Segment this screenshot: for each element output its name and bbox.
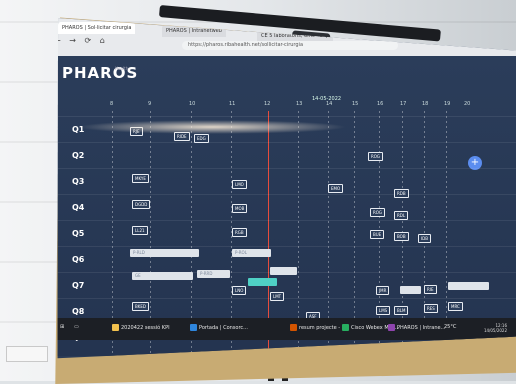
taskbar-item[interactable]: resum projecte - ...	[290, 324, 346, 331]
surgery-chip[interactable]: JMR	[376, 286, 390, 295]
room-row: Q5	[57, 220, 516, 245]
room-label: Q4	[72, 203, 85, 212]
surgery-chip[interactable]: BOB	[394, 232, 409, 241]
surgery-chip[interactable]: LNO	[232, 286, 247, 295]
browser-tab[interactable]: PHAROS | Sol·licitar cirurgia	[58, 22, 136, 34]
hour-label: 17	[400, 101, 407, 107]
app-icon	[388, 324, 395, 331]
hour-label: 18	[422, 101, 429, 107]
hour-label: 11	[229, 101, 236, 107]
room-label: Q8	[72, 307, 85, 316]
hour-label: 15	[352, 101, 359, 107]
room-label: Q2	[72, 151, 85, 160]
hour-label: 16	[377, 101, 384, 107]
surgery-bar[interactable]	[270, 267, 297, 275]
hour-label: 20	[464, 101, 471, 107]
pharos-logo-sub: Health	[115, 66, 129, 71]
surgery-chip[interactable]: MOB	[232, 204, 248, 213]
hour-label: 10	[189, 101, 196, 107]
room-label: Q3	[72, 177, 85, 186]
powerpoint-icon	[290, 324, 297, 331]
room-row: Q4	[57, 194, 516, 219]
room-label: Q6	[72, 255, 85, 264]
room-row: Q2	[57, 142, 516, 167]
surgery-chip[interactable]: RGB	[232, 228, 247, 237]
system-clock[interactable]: 12:16 14/05/2022	[484, 323, 507, 333]
surgery-chip[interactable]: LMT	[270, 292, 285, 301]
surgery-chip[interactable]: ROG	[370, 208, 386, 217]
temperature: 25°C	[444, 324, 457, 330]
webex-icon	[342, 324, 349, 331]
browser-nav: ← → ⟳ ⌂	[58, 36, 111, 45]
folder-icon	[112, 324, 119, 331]
reload-icon[interactable]: ⟳	[85, 36, 92, 45]
start-icon[interactable]: ⊞	[60, 324, 64, 330]
surgery-chip[interactable]: EMO	[328, 184, 344, 193]
surgery-chip[interactable]: EDG	[194, 134, 209, 143]
taskbar-item[interactable]: Portada | Consorc...	[190, 324, 248, 331]
surgery-chip[interactable]: LMS	[376, 306, 391, 315]
surgery-bar-active[interactable]	[248, 278, 277, 286]
surgery-chip[interactable]: BLM	[394, 306, 409, 315]
hour-label: 8	[110, 101, 114, 107]
light-glare	[77, 120, 347, 134]
room-label: Q7	[72, 281, 85, 290]
pharos-app: PHAROS Health 14-05-2022 + 8 9 10 11 12 …	[57, 56, 516, 359]
surgery-chip[interactable]: ROG	[368, 152, 384, 161]
hour-label: 13	[296, 101, 303, 107]
surgery-bar[interactable]	[448, 282, 489, 290]
task-view-icon[interactable]: ▭	[74, 324, 79, 330]
surgery-chip[interactable]: LL21	[132, 226, 148, 235]
surgery-chip[interactable]: BUE	[370, 230, 385, 239]
hour-label: 19	[444, 101, 451, 107]
surgery-chip[interactable]: RDB	[394, 189, 409, 198]
surgery-chip[interactable]: MRC	[448, 302, 463, 311]
hour-label: 12	[264, 101, 271, 107]
tv-screen: PHAROS | Sol·licitar cirurgia PHAROS | I…	[57, 18, 516, 359]
home-icon[interactable]: ⌂	[100, 36, 105, 45]
hour-label: 9	[148, 101, 152, 107]
taskbar-item[interactable]: PHAROS | Intrane...	[388, 324, 445, 331]
taskbar-item[interactable]: 2020422 sessió KPI	[112, 324, 170, 331]
forward-icon[interactable]: →	[69, 36, 76, 45]
surgery-chip[interactable]: LMO	[232, 180, 247, 189]
wall-outlet	[6, 346, 48, 362]
surgery-bar[interactable]: P-ROL	[232, 249, 271, 257]
surgery-chip[interactable]: RIE	[424, 285, 437, 294]
room-row: Q3	[57, 168, 516, 193]
edge-icon	[190, 324, 197, 331]
surgery-chip[interactable]: DGDD	[132, 200, 151, 209]
hour-label: 14	[326, 101, 333, 107]
surgery-bar[interactable]: GE	[132, 272, 193, 280]
hour-header: 8 9 10 11 12 13 14 15 16 17 18 19 20	[58, 101, 516, 111]
surgery-chip[interactable]: RDL	[394, 211, 409, 220]
surgery-chip[interactable]: IDB	[418, 234, 432, 243]
surgery-chip[interactable]: BKED	[132, 302, 149, 311]
surgery-bar[interactable]	[400, 286, 421, 294]
room-label: Q5	[72, 229, 85, 238]
surgery-chip[interactable]: RES	[424, 304, 438, 313]
address-bar[interactable]: https://pharos.ribahealth.net/sollicitar…	[182, 41, 398, 50]
windows-taskbar: ⊞ ▭ 2020422 sessió KPI Portada | Consorc…	[57, 318, 516, 340]
surgery-bar[interactable]: P-RLD	[130, 249, 199, 257]
surgery-bar[interactable]: P-RRD	[197, 270, 230, 278]
surgery-chip[interactable]: MKYE	[132, 174, 149, 183]
